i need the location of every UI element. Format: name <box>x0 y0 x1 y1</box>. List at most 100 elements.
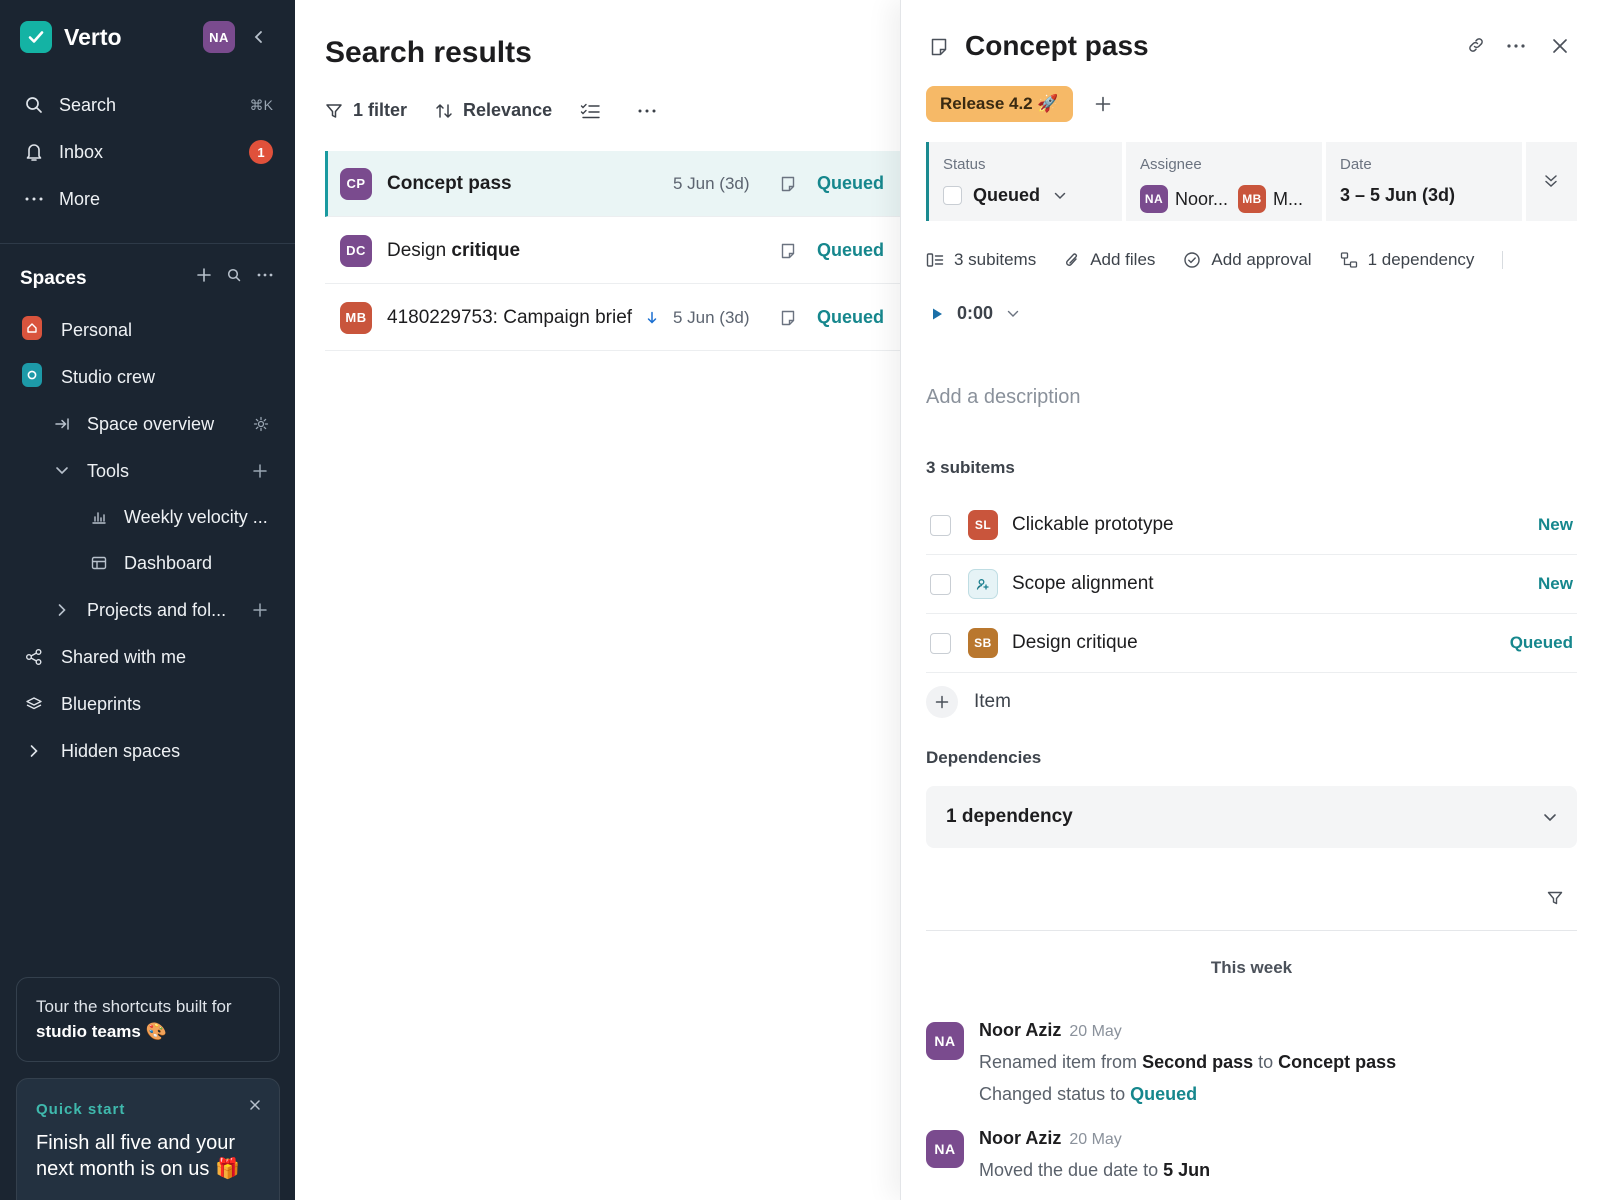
result-row[interactable]: CP Concept pass 5 Jun (3d) Queued <box>325 151 900 217</box>
chevron-right-icon[interactable] <box>24 741 44 761</box>
subitems-chip-label: 3 subitems <box>954 250 1037 269</box>
action-chips: 3 subitems Add files Add approval 1 depe… <box>926 250 1504 270</box>
activity-time: 20 May <box>1069 1131 1122 1148</box>
subitem-checkbox[interactable] <box>930 514 951 536</box>
chip-divider <box>1502 251 1504 269</box>
subitem-checkbox[interactable] <box>930 573 951 595</box>
collapse-sidebar-icon[interactable] <box>252 29 266 45</box>
add-files-chip[interactable]: Add files <box>1064 250 1155 270</box>
release-tag[interactable]: Release 4.2 🚀 <box>926 86 1073 122</box>
activity-author: Noor Aziz <box>979 1128 1062 1148</box>
document-icon <box>930 37 948 57</box>
subitem-row[interactable]: SB Design critique Queued <box>926 614 1577 673</box>
nav-tools-folder[interactable]: Tools <box>0 451 295 491</box>
nav-more[interactable]: More <box>0 179 295 219</box>
subitems-chip[interactable]: 3 subitems <box>926 250 1036 270</box>
nav-inbox[interactable]: Inbox 1 <box>0 132 295 172</box>
activity-line: Renamed item from Second pass to Concept… <box>979 1052 1397 1072</box>
subitem-checkbox[interactable] <box>930 632 951 654</box>
space-personal[interactable]: Personal <box>0 310 295 350</box>
timer-value: 0:00 <box>957 303 994 323</box>
space-studio-crew[interactable]: Studio crew <box>0 357 295 397</box>
add-space-icon[interactable] <box>197 268 211 282</box>
assignee-label: Assignee <box>1140 156 1202 173</box>
item-title[interactable]: Concept pass <box>965 30 1149 62</box>
subitem-row[interactable]: Scope alignment New <box>926 555 1577 614</box>
result-status[interactable]: Queued <box>817 240 884 261</box>
property-bar: Status Queued Assignee NA Noor... MB M..… <box>926 142 1577 221</box>
results-more-button[interactable] <box>638 109 666 113</box>
result-status[interactable]: Queued <box>817 173 884 194</box>
filter-label: 1 filter <box>353 100 408 120</box>
subitem-status[interactable]: New <box>1538 574 1573 594</box>
document-icon <box>780 309 796 327</box>
play-icon[interactable] <box>931 307 943 321</box>
activity-line: Changed status to Queued <box>979 1084 1198 1104</box>
assignee-field[interactable]: Assignee NA Noor... MB M... <box>1126 142 1322 221</box>
add-item-button[interactable]: Item <box>926 686 1011 718</box>
add-to-projects-icon[interactable] <box>253 603 267 617</box>
subitem-avatar: SB <box>968 628 998 658</box>
studio-space-icon <box>22 363 42 387</box>
checklist-view-button[interactable] <box>580 102 610 120</box>
plus-icon <box>926 686 958 718</box>
subitem-row[interactable]: SL Clickable prototype New <box>926 496 1577 555</box>
result-avatar: MB <box>340 301 372 334</box>
spaces-more-icon[interactable] <box>257 273 273 277</box>
date-value: 3 – 5 Jun (3d) <box>1340 185 1456 205</box>
subitem-title: Clickable prototype <box>1012 514 1174 535</box>
dependency-dropdown[interactable]: 1 dependency <box>926 786 1577 848</box>
shortcuts-tour-card[interactable]: Tour the shortcuts built for studio team… <box>16 977 280 1062</box>
nav-search-label: Search <box>59 94 117 115</box>
close-icon[interactable] <box>1552 38 1568 54</box>
search-results-pane: Search results 1 filter Relevance CP Con… <box>295 0 900 1200</box>
nav-blueprints[interactable]: Blueprints <box>0 684 295 724</box>
nav-projects-folders[interactable]: Projects and fol... <box>0 590 295 630</box>
time-tracker[interactable]: 0:00 <box>931 303 1019 324</box>
link-icon[interactable] <box>1467 36 1485 54</box>
result-status[interactable]: Queued <box>817 307 884 328</box>
nav-search[interactable]: Search ⌘K <box>0 85 295 125</box>
chevron-down-icon[interactable] <box>1007 310 1019 318</box>
add-tag-icon[interactable] <box>1095 96 1111 112</box>
brand[interactable]: Verto <box>20 21 122 53</box>
result-row[interactable]: MB 4180229753: Campaign brief 5 Jun (3d)… <box>325 285 900 351</box>
more-dots-icon[interactable] <box>1507 44 1525 48</box>
add-to-tools-icon[interactable] <box>253 464 267 478</box>
description-placeholder[interactable]: Add a description <box>926 386 1081 409</box>
add-approval-chip[interactable]: Add approval <box>1183 250 1312 270</box>
nav-hidden-spaces[interactable]: Hidden spaces <box>0 731 295 771</box>
filter-button[interactable]: 1 filter <box>325 100 407 121</box>
nav-space-overview[interactable]: Space overview <box>0 404 295 444</box>
quick-start-card[interactable]: Quick start Finish all five and your nex… <box>16 1078 280 1200</box>
quick-start-label: Quick start <box>36 1101 126 1118</box>
result-avatar: DC <box>340 234 372 267</box>
nav-dashboard[interactable]: Dashboard <box>0 543 295 583</box>
dependency-chip[interactable]: 1 dependency <box>1340 250 1474 270</box>
activity-filter-icon[interactable] <box>1547 890 1563 906</box>
user-avatar[interactable]: NA <box>203 21 235 53</box>
sidebar: Verto NA Search ⌘K Inbox 1 More Spaces P… <box>0 0 295 1200</box>
sort-button[interactable]: Relevance <box>435 100 552 121</box>
document-icon <box>780 242 796 260</box>
nav-shared-with-me[interactable]: Shared with me <box>0 637 295 677</box>
subitems-heading: 3 subitems <box>926 458 1015 477</box>
subitem-status[interactable]: Queued <box>1510 633 1573 653</box>
expand-properties-button[interactable] <box>1526 142 1577 221</box>
personal-space-icon <box>22 316 42 340</box>
results-toolbar: 1 filter Relevance <box>325 100 694 121</box>
date-field[interactable]: Date 3 – 5 Jun (3d) <box>1326 142 1522 221</box>
settings-sun-icon[interactable] <box>253 416 269 432</box>
status-value[interactable]: Queued <box>943 185 1066 206</box>
subitem-status[interactable]: New <box>1538 515 1573 535</box>
arrow-to-line-icon <box>52 414 72 434</box>
status-checkbox[interactable] <box>943 186 962 205</box>
assign-user-icon[interactable] <box>968 569 998 599</box>
chevron-down-icon[interactable] <box>52 461 72 481</box>
search-spaces-icon[interactable] <box>227 268 241 282</box>
status-field[interactable]: Status Queued <box>926 142 1122 221</box>
result-row[interactable]: DC Design critique Queued <box>325 218 900 284</box>
nav-weekly-velocity[interactable]: Weekly velocity ... <box>0 497 295 537</box>
chevron-right-icon[interactable] <box>52 600 72 620</box>
close-icon[interactable] <box>249 1099 261 1111</box>
